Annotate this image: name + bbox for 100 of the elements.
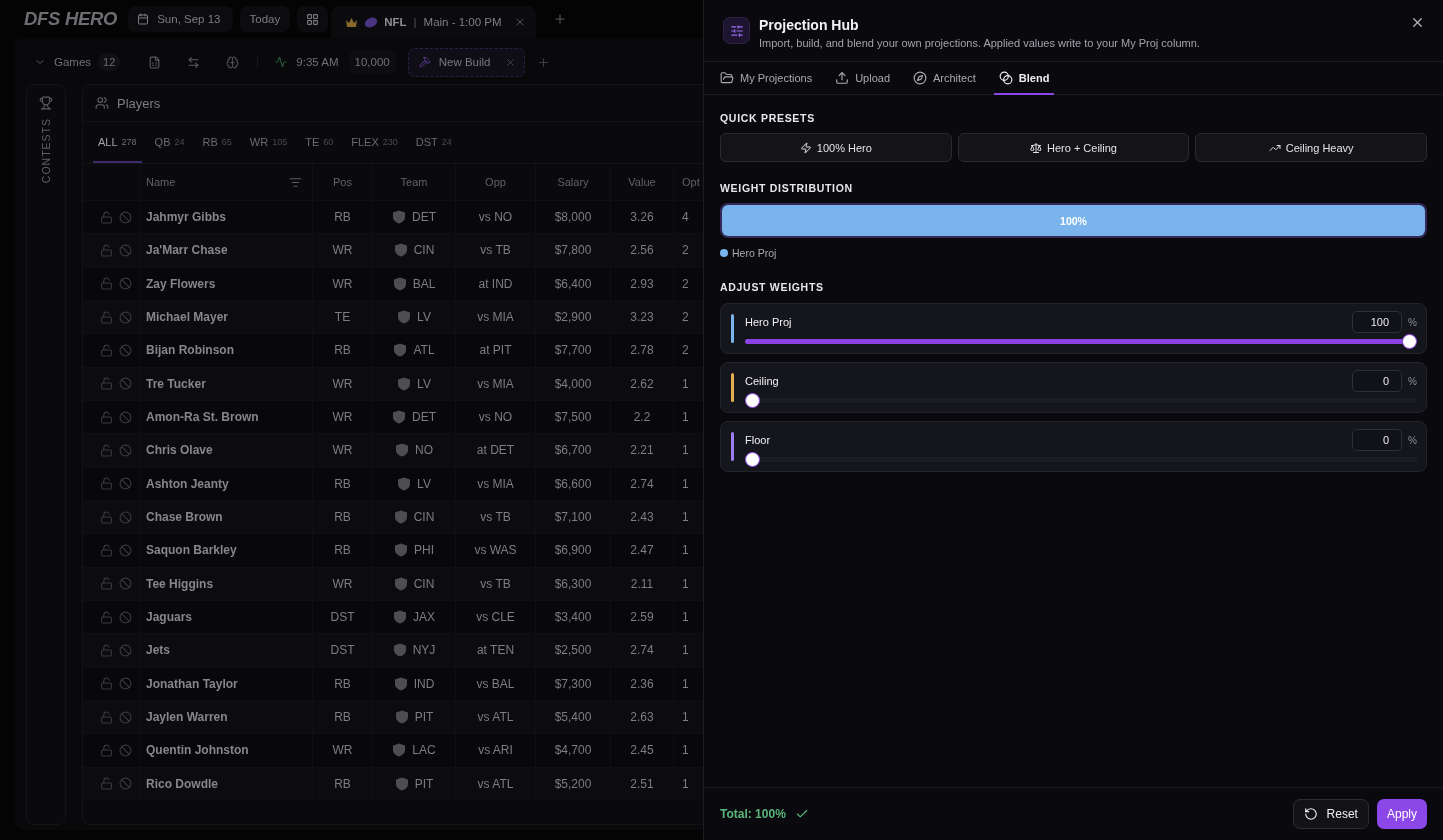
ban-icon[interactable] <box>118 743 132 757</box>
ban-icon[interactable] <box>118 477 132 491</box>
player-name[interactable]: Chris Olave <box>146 443 213 458</box>
hub-tab[interactable]: Upload <box>830 62 895 95</box>
lock-open-icon[interactable] <box>99 377 113 391</box>
player-name[interactable]: Jets <box>146 643 171 658</box>
lock-open-icon[interactable] <box>99 210 113 224</box>
grid-button[interactable] <box>297 6 329 32</box>
preset-button[interactable]: Ceiling Heavy <box>1195 133 1427 162</box>
sport-label: NFL <box>384 16 407 28</box>
lock-open-icon[interactable] <box>99 277 113 291</box>
ban-icon[interactable] <box>118 410 132 424</box>
ban-icon[interactable] <box>118 710 132 724</box>
ban-icon[interactable] <box>118 443 132 457</box>
player-name[interactable]: Quentin Johnston <box>146 743 249 758</box>
lock-open-icon[interactable] <box>99 743 113 757</box>
lock-open-icon[interactable] <box>99 343 113 357</box>
lock-open-icon[interactable] <box>99 410 113 424</box>
brain-icon[interactable] <box>226 55 240 69</box>
ban-icon[interactable] <box>118 543 132 557</box>
lock-open-icon[interactable] <box>99 477 113 491</box>
add-icon[interactable] <box>536 55 550 69</box>
position-tab[interactable]: TE 60 <box>300 122 339 163</box>
slider-thumb[interactable] <box>1402 334 1417 349</box>
player-name[interactable]: Chase Brown <box>146 510 223 525</box>
player-name[interactable]: Saquon Barkley <box>146 543 237 558</box>
player-name[interactable]: Jaguars <box>146 610 193 625</box>
lock-open-icon[interactable] <box>99 443 113 457</box>
add-icon[interactable] <box>552 12 567 26</box>
player-name[interactable]: Rico Dowdle <box>146 776 218 791</box>
hub-tab[interactable]: Blend <box>993 62 1055 95</box>
player-name[interactable]: Michael Mayer <box>146 310 229 325</box>
ban-icon[interactable] <box>118 377 132 391</box>
player-name[interactable]: Amon-Ra St. Brown <box>146 410 259 425</box>
column-header[interactable]: Salary <box>557 176 589 188</box>
lock-open-icon[interactable] <box>99 710 113 724</box>
apply-button[interactable]: Apply <box>1376 799 1427 829</box>
weight-input[interactable]: 0 <box>1352 429 1403 451</box>
position-tab[interactable]: WR 105 <box>244 122 293 163</box>
ban-icon[interactable] <box>118 310 132 324</box>
lock-open-icon[interactable] <box>99 310 113 324</box>
lock-open-icon[interactable] <box>99 244 113 257</box>
date-picker[interactable]: Sun, Sep 13 <box>128 6 233 32</box>
ban-icon[interactable] <box>118 777 132 791</box>
ban-icon[interactable] <box>118 677 132 691</box>
lock-open-icon[interactable] <box>99 577 113 591</box>
preset-button[interactable]: Hero + Ceiling <box>957 133 1190 162</box>
close-icon[interactable] <box>1410 15 1425 30</box>
player-name[interactable]: Ja'Marr Chase <box>146 243 228 258</box>
hub-tab[interactable]: Architect <box>908 62 981 95</box>
player-name[interactable]: Tee Higgins <box>146 576 214 591</box>
panel-title: Players <box>117 95 161 111</box>
player-name[interactable]: Bijan Robinson <box>146 343 234 358</box>
separator-text: | <box>413 16 417 28</box>
ban-icon[interactable] <box>118 643 132 657</box>
contests-label[interactable]: CONTESTS <box>40 118 52 184</box>
player-name[interactable]: Jaylen Warren <box>146 710 228 725</box>
ban-icon[interactable] <box>118 577 132 591</box>
ban-icon[interactable] <box>118 510 132 524</box>
ban-icon[interactable] <box>118 210 132 224</box>
player-name[interactable]: Ashton Jeanty <box>146 476 229 491</box>
document-icon[interactable] <box>148 55 162 69</box>
player-name[interactable]: Jahmyr Gibbs <box>146 210 227 225</box>
position-tab[interactable]: ALL 278 <box>93 122 142 163</box>
slider-thumb[interactable] <box>745 393 760 408</box>
lock-open-icon[interactable] <box>99 543 113 557</box>
weight-input[interactable]: 0 <box>1352 370 1403 392</box>
player-name[interactable]: Tre Tucker <box>146 376 206 391</box>
column-header[interactable]: Team <box>400 176 428 188</box>
hub-tab[interactable]: My Projections <box>715 62 818 95</box>
lock-open-icon[interactable] <box>99 643 113 657</box>
position-tab[interactable]: QB 24 <box>149 122 190 163</box>
column-header[interactable]: Opp <box>485 176 506 188</box>
lock-open-icon[interactable] <box>99 777 113 791</box>
ban-icon[interactable] <box>118 277 132 291</box>
slate-tab[interactable]: NFL | Main - 1:00 PM <box>331 6 536 38</box>
swap-icon[interactable] <box>187 55 201 69</box>
player-name[interactable]: Zay Flowers <box>146 276 216 291</box>
weight-input[interactable]: 100 <box>1352 311 1403 333</box>
column-header[interactable]: Pos <box>333 176 352 188</box>
today-button[interactable]: Today <box>239 6 291 32</box>
position-tab[interactable]: RB 65 <box>197 122 237 163</box>
slider-thumb[interactable] <box>745 452 760 467</box>
opponent-text: vs CLE <box>476 610 515 625</box>
preset-button[interactable]: 100% Hero <box>720 133 952 162</box>
ban-icon[interactable] <box>118 244 132 257</box>
column-header[interactable]: Value <box>628 176 656 188</box>
reset-button[interactable]: Reset <box>1292 799 1369 829</box>
ban-icon[interactable] <box>118 343 132 357</box>
trophy-icon[interactable] <box>39 96 53 110</box>
lock-open-icon[interactable] <box>99 677 113 691</box>
column-header[interactable]: Name <box>146 176 176 188</box>
position-text: WR <box>332 243 353 258</box>
ban-icon[interactable] <box>118 610 132 624</box>
build-tab[interactable]: New Build <box>407 47 525 77</box>
filter-icon[interactable] <box>289 175 302 189</box>
lock-open-icon[interactable] <box>99 510 113 524</box>
lock-open-icon[interactable] <box>99 610 113 624</box>
player-name[interactable]: Jonathan Taylor <box>146 676 238 691</box>
column-header[interactable]: Opt <box>682 176 700 188</box>
